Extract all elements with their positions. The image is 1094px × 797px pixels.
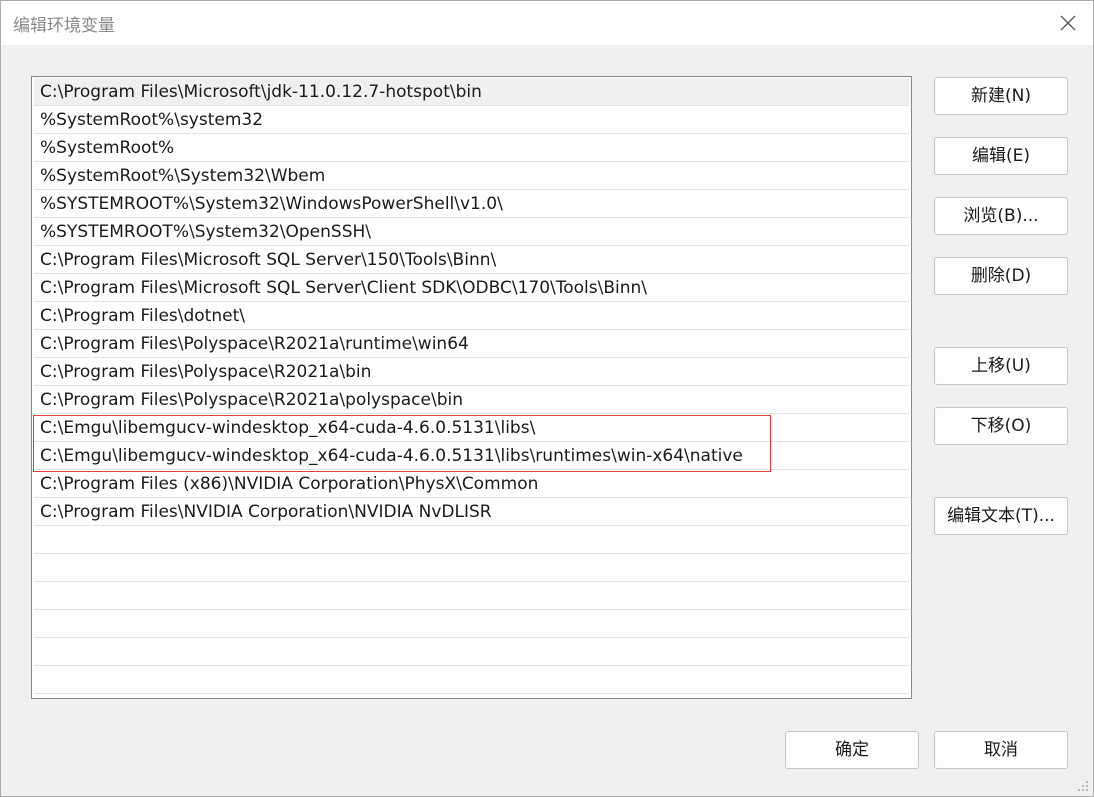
path-list-item[interactable]: C:\Program Files\Polyspace\R2021a\bin (34, 358, 909, 386)
path-list-empty-row[interactable] (34, 610, 909, 638)
path-list-item[interactable]: C:\Program Files\Microsoft SQL Server\15… (34, 246, 909, 274)
path-list-item[interactable]: C:\Program Files\Microsoft SQL Server\Cl… (34, 274, 909, 302)
path-list[interactable]: C:\Program Files\Microsoft\jdk-11.0.12.7… (31, 76, 912, 699)
delete-button[interactable]: 删除(D) (934, 257, 1068, 295)
path-list-item[interactable]: C:\Program Files\dotnet\ (34, 302, 909, 330)
path-list-empty-row[interactable] (34, 666, 909, 694)
path-list-item[interactable]: %SYSTEMROOT%\System32\WindowsPowerShell\… (34, 190, 909, 218)
window-title: 编辑环境变量 (13, 16, 115, 36)
move-down-button[interactable]: 下移(O) (934, 407, 1068, 445)
browse-button[interactable]: 浏览(B)... (934, 197, 1068, 235)
edit-env-var-dialog: 编辑环境变量 C:\Program Files\Microsoft\jdk-11… (0, 0, 1094, 797)
edit-text-button[interactable]: 编辑文本(T)... (934, 497, 1068, 535)
path-list-item[interactable]: C:\Program Files (x86)\NVIDIA Corporatio… (34, 470, 909, 498)
path-list-item[interactable]: %SystemRoot% (34, 134, 909, 162)
path-list-item[interactable]: C:\Program Files\Polyspace\R2021a\polysp… (34, 386, 909, 414)
close-icon (1060, 15, 1076, 31)
edit-button[interactable]: 编辑(E) (934, 137, 1068, 175)
path-list-item[interactable]: %SYSTEMROOT%\System32\OpenSSH\ (34, 218, 909, 246)
path-list-empty-row[interactable] (34, 526, 909, 554)
path-list-empty-row[interactable] (34, 638, 909, 666)
path-list-item[interactable]: C:\Emgu\libemgucv-windesktop_x64-cuda-4.… (34, 414, 909, 442)
path-list-item[interactable]: C:\Program Files\Microsoft\jdk-11.0.12.7… (34, 78, 909, 106)
path-list-item[interactable]: C:\Emgu\libemgucv-windesktop_x64-cuda-4.… (34, 442, 909, 470)
path-list-item[interactable]: C:\Program Files\NVIDIA Corporation\NVID… (34, 498, 909, 526)
path-list-item[interactable]: %SystemRoot%\System32\Wbem (34, 162, 909, 190)
close-button[interactable] (1043, 1, 1093, 45)
resize-grip-icon[interactable] (1077, 780, 1089, 792)
cancel-button[interactable]: 取消 (934, 731, 1068, 769)
title-bar: 编辑环境变量 (1, 1, 1093, 45)
move-up-button[interactable]: 上移(U) (934, 347, 1068, 385)
path-list-empty-row[interactable] (34, 582, 909, 610)
path-list-item[interactable]: %SystemRoot%\system32 (34, 106, 909, 134)
path-list-item[interactable]: C:\Program Files\Polyspace\R2021a\runtim… (34, 330, 909, 358)
ok-button[interactable]: 确定 (785, 731, 919, 769)
path-list-empty-row[interactable] (34, 554, 909, 582)
new-button[interactable]: 新建(N) (934, 77, 1068, 115)
